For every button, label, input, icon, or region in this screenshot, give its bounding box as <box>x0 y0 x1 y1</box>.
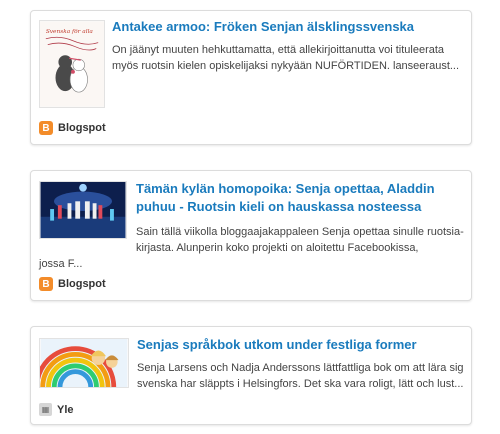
article-snippet: Sain tällä viikolla bloggaajakappaleen S… <box>136 226 464 254</box>
news-card: Senjas språkbok utkom under festliga for… <box>30 326 472 425</box>
article-snippet: On jäänyt muuten hehkuttamatta, että all… <box>112 44 460 72</box>
article-thumbnail[interactable]: Svenska för alla <box>39 20 105 108</box>
article-title[interactable]: Antakee armoo: Fröken Senjan älsklingssv… <box>112 18 467 36</box>
article-snippet: Senja Larsens och Nadja Anderssons lättf… <box>137 362 464 390</box>
blogger-icon: B <box>39 121 53 135</box>
news-card: Tämän kylän homopoika: Senja opettaa, Al… <box>30 170 472 301</box>
article-title[interactable]: Tämän kylän homopoika: Senja opettaa, Al… <box>136 180 466 216</box>
news-card: Svenska för alla Antakee armoo: Fröken S… <box>30 10 472 145</box>
source-link[interactable]: ▦ Yle <box>39 403 74 416</box>
source-link[interactable]: B Blogspot <box>39 121 106 135</box>
article-thumbnail[interactable] <box>39 338 129 388</box>
cover-lettering: Svenska för alla <box>46 29 94 35</box>
stage-photo-image <box>40 182 126 238</box>
book-cover-image: Svenska för alla <box>40 21 104 107</box>
source-name: Yle <box>57 403 74 416</box>
rainbow-photo-image <box>40 339 128 387</box>
source-link[interactable]: B Blogspot <box>39 277 106 291</box>
source-name: Blogspot <box>58 278 106 290</box>
article-thumbnail[interactable] <box>39 181 127 239</box>
source-name: Blogspot <box>58 122 106 134</box>
blogger-icon: B <box>39 277 53 291</box>
article-title[interactable]: Senjas språkbok utkom under festliga for… <box>137 336 467 354</box>
article-snippet-continued: jossa F... <box>39 258 83 270</box>
yle-icon: ▦ <box>39 403 52 416</box>
